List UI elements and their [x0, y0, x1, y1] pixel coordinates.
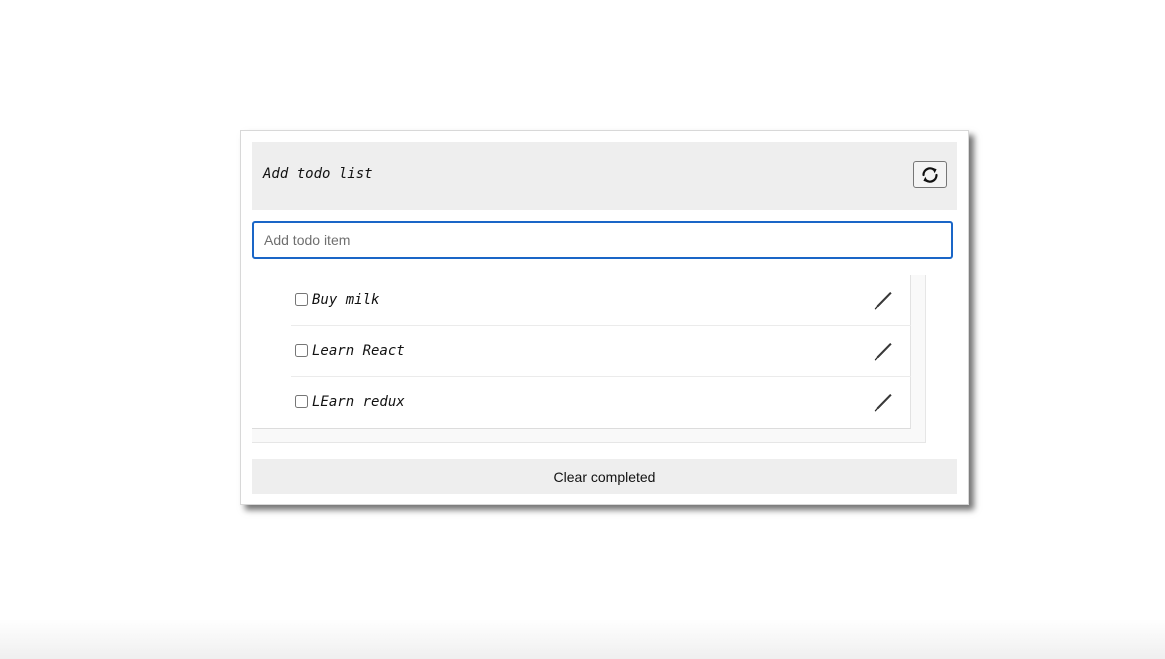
pencil-icon[interactable] — [873, 392, 893, 412]
todo-header: Add todo list — [252, 142, 957, 210]
clear-completed-button[interactable]: Clear completed — [252, 459, 957, 494]
add-todo-input[interactable] — [252, 221, 953, 259]
todo-checkbox[interactable] — [295, 395, 308, 408]
page-title: Add todo list — [263, 166, 373, 182]
refresh-button[interactable] — [913, 161, 947, 188]
todo-list-panel: Buy milk Learn React LEarn redux — [252, 275, 926, 443]
todo-card: Add todo list Buy milk Lear — [240, 130, 969, 505]
pencil-icon[interactable] — [873, 290, 893, 310]
todo-label[interactable]: LEarn redux — [312, 394, 405, 410]
todo-label[interactable]: Learn React — [312, 343, 405, 359]
page-bottom-fade — [0, 619, 1165, 659]
todo-item-learn-react: Learn React — [291, 326, 911, 377]
todo-item-buy-milk: Buy milk — [291, 275, 911, 326]
todo-checkbox[interactable] — [295, 293, 308, 306]
todo-list: Buy milk Learn React LEarn redux — [252, 275, 911, 429]
todo-checkbox[interactable] — [295, 344, 308, 357]
refresh-icon — [922, 166, 938, 183]
todo-label[interactable]: Buy milk — [312, 292, 379, 308]
pencil-icon[interactable] — [873, 341, 893, 361]
todo-item-learn-redux: LEarn redux — [291, 377, 911, 428]
